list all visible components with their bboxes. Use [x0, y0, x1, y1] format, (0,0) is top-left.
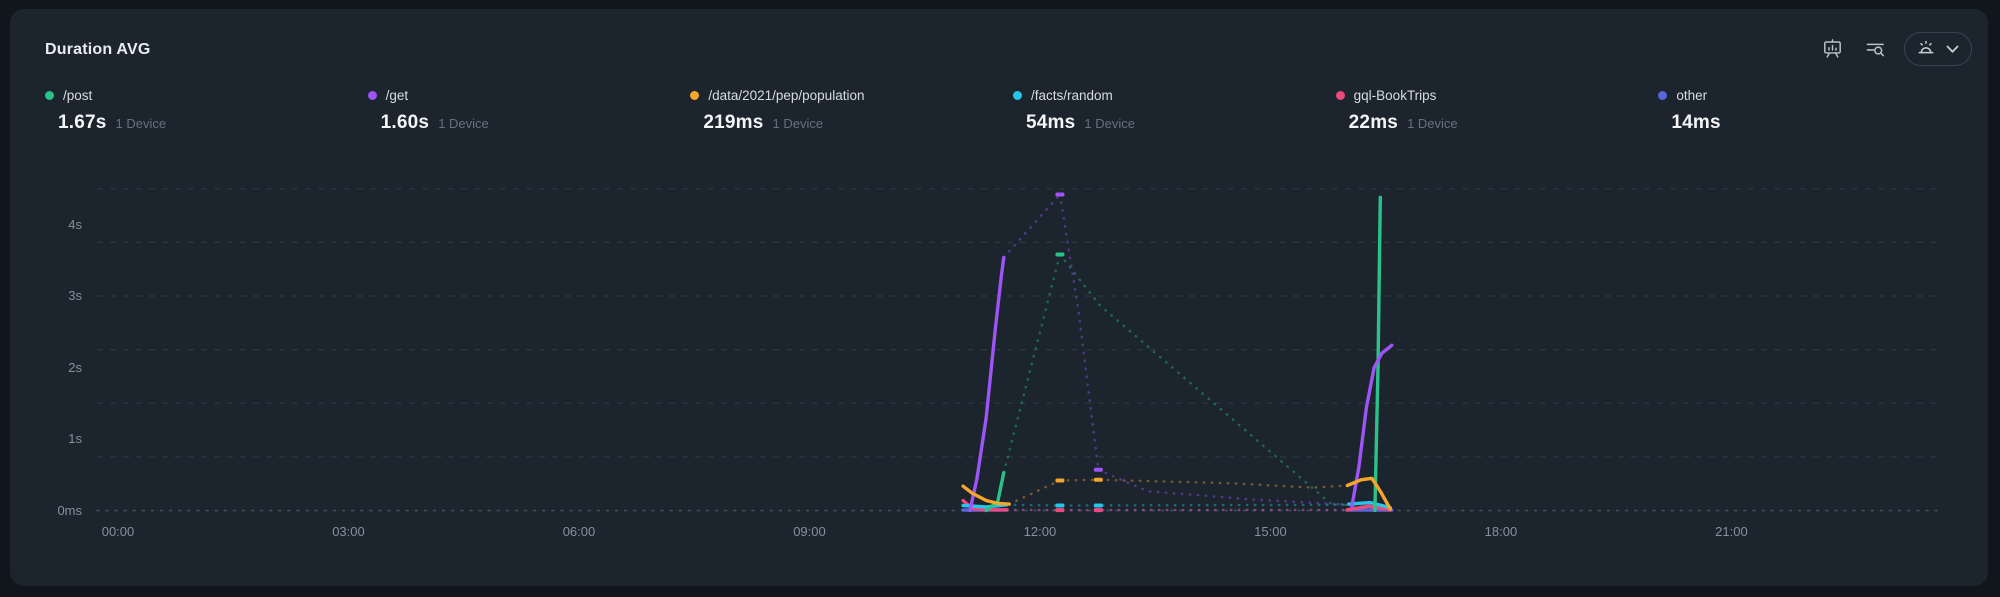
- series-avg-value: 22ms: [1349, 112, 1398, 134]
- legend-item[interactable]: other 14ms: [1658, 86, 1981, 134]
- chart-board-button[interactable]: [1818, 34, 1847, 64]
- series-device-count: 1 Device: [1084, 116, 1135, 131]
- legend-item[interactable]: /facts/random 54ms 1 Device: [1013, 86, 1336, 134]
- series-color-dot: [690, 91, 699, 100]
- x-tick-label: 15:00: [1230, 523, 1310, 541]
- series-device-count: 1 Device: [773, 116, 824, 131]
- alarm-icon: [1916, 39, 1936, 59]
- alerts-dropdown-button[interactable]: [1904, 32, 1972, 66]
- x-tick-label: 12:00: [1000, 523, 1080, 541]
- chart-board-icon: [1822, 38, 1843, 60]
- widget-toolbar: [1818, 30, 1972, 68]
- series-name: /get: [386, 88, 409, 103]
- x-tick-label: 18:00: [1461, 523, 1541, 541]
- series-avg-value: 1.67s: [58, 112, 107, 134]
- widget-title: Duration AVG: [45, 41, 151, 59]
- series-color-dot: [1013, 91, 1022, 100]
- y-tick-label: 4s: [12, 216, 82, 234]
- series-name: /post: [63, 88, 92, 103]
- legend-item[interactable]: /data/2021/pep/population 219ms 1 Device: [690, 86, 1013, 134]
- series-avg-value: 54ms: [1026, 112, 1075, 134]
- legend-item[interactable]: /post 1.67s 1 Device: [45, 86, 368, 134]
- series-avg-value: 1.60s: [381, 112, 430, 134]
- series-name: /data/2021/pep/population: [708, 88, 864, 103]
- x-tick-label: 00:00: [78, 523, 158, 541]
- x-tick-label: 21:00: [1691, 523, 1771, 541]
- x-tick-label: 09:00: [769, 523, 849, 541]
- series-device-count: 1 Device: [116, 116, 167, 131]
- list-search-icon: [1865, 41, 1886, 58]
- y-tick-label: 2s: [12, 359, 82, 377]
- series-avg-value: 219ms: [703, 112, 763, 134]
- series-name: /facts/random: [1031, 88, 1113, 103]
- y-tick-label: 0ms: [12, 502, 82, 520]
- y-tick-label: 1s: [12, 430, 82, 448]
- legend-item[interactable]: gql-BookTrips 22ms 1 Device: [1336, 86, 1659, 134]
- x-tick-label: 06:00: [539, 523, 619, 541]
- legend-item[interactable]: /get 1.60s 1 Device: [368, 86, 691, 134]
- x-tick-label: 03:00: [308, 523, 388, 541]
- y-tick-label: 3s: [12, 287, 82, 305]
- series-color-dot: [368, 91, 377, 100]
- series-name: gql-BookTrips: [1354, 88, 1437, 103]
- series-name: other: [1676, 88, 1707, 103]
- series-device-count: 1 Device: [1407, 116, 1458, 131]
- series-color-dot: [1658, 91, 1667, 100]
- chevron-down-icon: [1946, 45, 1959, 54]
- list-search-button[interactable]: [1861, 37, 1890, 62]
- series-device-count: 1 Device: [438, 116, 489, 131]
- legend: /post 1.67s 1 Device/get 1.60s 1 Device/data…: [45, 86, 1981, 134]
- series-color-dot: [1336, 91, 1345, 100]
- series-color-dot: [45, 91, 54, 100]
- series-avg-value: 14ms: [1671, 112, 1720, 134]
